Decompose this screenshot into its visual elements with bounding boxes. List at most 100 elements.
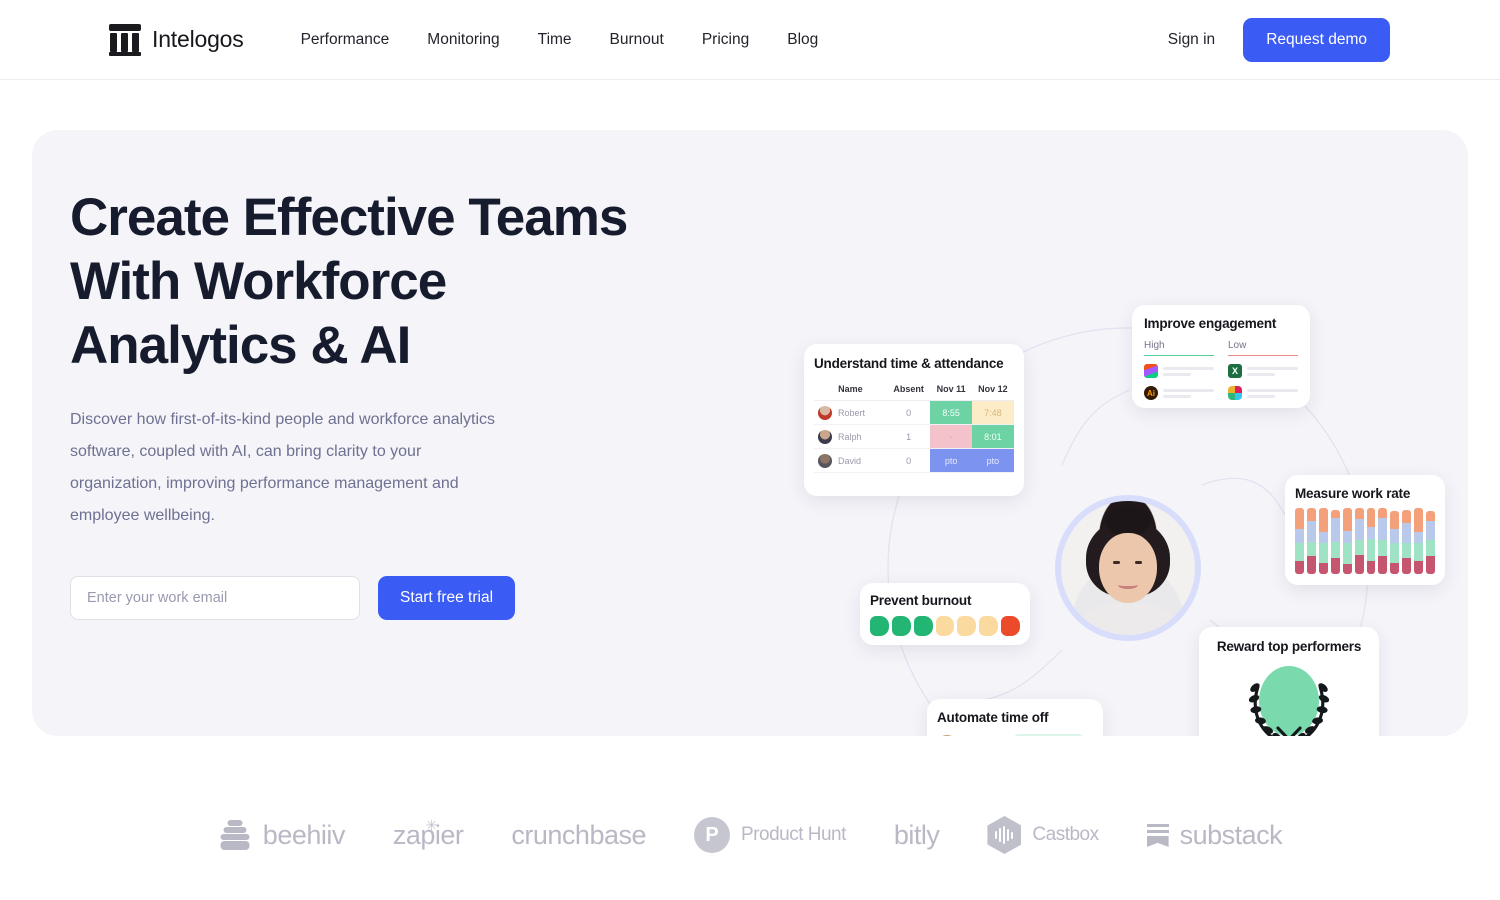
logo-zapier[interactable]: ✳ zapier (393, 817, 464, 851)
logo-substack[interactable]: substack (1146, 819, 1283, 851)
nav-actions: Sign in Request demo (1168, 0, 1390, 80)
bar (1402, 509, 1412, 574)
burnout-segment (870, 616, 889, 636)
card-title: Prevent burnout (870, 593, 972, 608)
table-row: Robert 0 8:55 7:48 (814, 400, 1014, 425)
nav-link-blog[interactable]: Blog (787, 31, 818, 49)
bar (1318, 508, 1328, 574)
signup-form: Start free trial (70, 576, 670, 620)
logo-label: crunchbase (511, 819, 646, 850)
employee-name: David (838, 455, 862, 466)
card-title: Automate time off (937, 710, 1049, 725)
brand-name: Intelogos (152, 26, 244, 52)
top-navigation-bar: Intelogos Performance Monitoring Time Bu… (0, 0, 1500, 80)
list-item: Ai (1144, 386, 1214, 400)
nav-links: Performance Monitoring Time Burnout Pric… (301, 31, 819, 49)
cell-name: David (814, 448, 887, 473)
castbox-hexagon-icon (987, 816, 1022, 854)
bar (1306, 508, 1316, 574)
skeleton-text (1247, 388, 1298, 398)
nav-link-pricing[interactable]: Pricing (702, 31, 749, 49)
sign-in-link[interactable]: Sign in (1168, 31, 1215, 49)
burnout-meter (870, 616, 1021, 636)
list-item (1228, 386, 1298, 400)
work-rate-bar-chart (1295, 508, 1436, 574)
work-email-input[interactable] (70, 576, 360, 620)
table-row: Ralph 1 - 8:01 (814, 424, 1014, 449)
cell-name: Ralph (814, 424, 887, 449)
cell-nov12: pto (971, 448, 1014, 473)
employee-name: Ralph (838, 431, 862, 442)
skeleton-text (1163, 388, 1214, 398)
logo-bitly[interactable]: bitly (894, 820, 940, 851)
card-title: Measure work rate (1295, 486, 1411, 501)
cell-absent: 0 (886, 448, 931, 473)
bar (1295, 508, 1304, 574)
cell-absent: 1 (886, 424, 931, 449)
nav-link-monitoring[interactable]: Monitoring (427, 31, 499, 49)
logo-product-hunt[interactable]: P Product Hunt (694, 817, 846, 853)
bar (1414, 508, 1424, 574)
hero-subtitle: Discover how first-of-its-kind people an… (70, 411, 496, 524)
hero-panel: Create Effective Teams With Workforce An… (32, 130, 1468, 736)
status-badge: Paid time off (1013, 734, 1085, 736)
burnout-segment (1001, 616, 1021, 636)
avatar (818, 453, 832, 468)
substack-mark-icon (1146, 823, 1169, 847)
brand-logo[interactable]: Intelogos (108, 23, 244, 56)
cell-nov11: 8:55 (930, 400, 972, 425)
laurel-wreath-icon (1209, 660, 1369, 736)
excel-icon: X (1228, 364, 1242, 378)
hero-illustration: Understand time & attendance Name Absent… (732, 140, 1452, 736)
cell-absent: 0 (886, 400, 931, 425)
cell-nov11: pto (930, 448, 972, 473)
slack-icon (1228, 386, 1242, 400)
beehive-icon (218, 818, 252, 852)
avatar (818, 405, 832, 420)
list-item (1144, 364, 1214, 378)
burnout-segment (979, 616, 999, 636)
hero-copy: Create Effective Teams With Workforce An… (70, 186, 670, 620)
employee-name: Robert (838, 407, 866, 418)
logo-label: substack (1179, 819, 1283, 850)
logo-label: beehiiv (262, 819, 346, 850)
nav-link-performance[interactable]: Performance (301, 31, 390, 49)
nav-link-burnout[interactable]: Burnout (610, 31, 664, 49)
nav-link-time[interactable]: Time (538, 31, 572, 49)
table-row: David 0 pto pto (814, 448, 1014, 473)
logo-label: Product Hunt (741, 824, 846, 845)
figma-icon (1144, 364, 1158, 378)
logo-castbox[interactable]: Castbox (987, 816, 1099, 854)
attendance-table: Name Absent Nov 11 Nov 12 Robert 0 8:55 … (814, 380, 1014, 473)
start-free-trial-button[interactable]: Start free trial (378, 576, 516, 620)
card-title: Reward top performers (1216, 639, 1362, 654)
card-reward-top-performers: Reward top performers (1199, 627, 1379, 736)
engagement-high-column: High Ai (1144, 340, 1214, 400)
card-time-attendance: Understand time & attendance Name Absent… (804, 344, 1024, 496)
bar (1378, 508, 1388, 574)
logo-label: bitly (893, 819, 940, 850)
burnout-segment (913, 616, 933, 636)
logo-crunchbase[interactable]: crunchbase (511, 820, 646, 851)
bar (1390, 511, 1400, 574)
cell-name: Robert (814, 400, 887, 425)
illustrator-icon: Ai (1144, 386, 1158, 400)
avatar (937, 734, 957, 736)
bar (1366, 508, 1376, 574)
col-nov11: Nov 11 (930, 380, 972, 401)
skeleton-text (1247, 366, 1298, 376)
logo-label: Castbox (1032, 824, 1099, 845)
col-name: Name (814, 380, 887, 401)
high-label: High (1144, 340, 1214, 356)
logo-beehiiv[interactable]: beehiiv (218, 818, 345, 852)
bar (1342, 508, 1352, 574)
burnout-segment (891, 616, 911, 636)
card-prevent-burnout: Prevent burnout (860, 583, 1030, 645)
bar (1354, 508, 1364, 574)
burnout-segment (935, 616, 955, 636)
request-demo-button[interactable]: Request demo (1243, 18, 1390, 62)
burnout-segment (957, 616, 977, 636)
bar (1426, 511, 1436, 574)
cell-nov11: - (930, 424, 972, 449)
bar (1330, 509, 1340, 574)
